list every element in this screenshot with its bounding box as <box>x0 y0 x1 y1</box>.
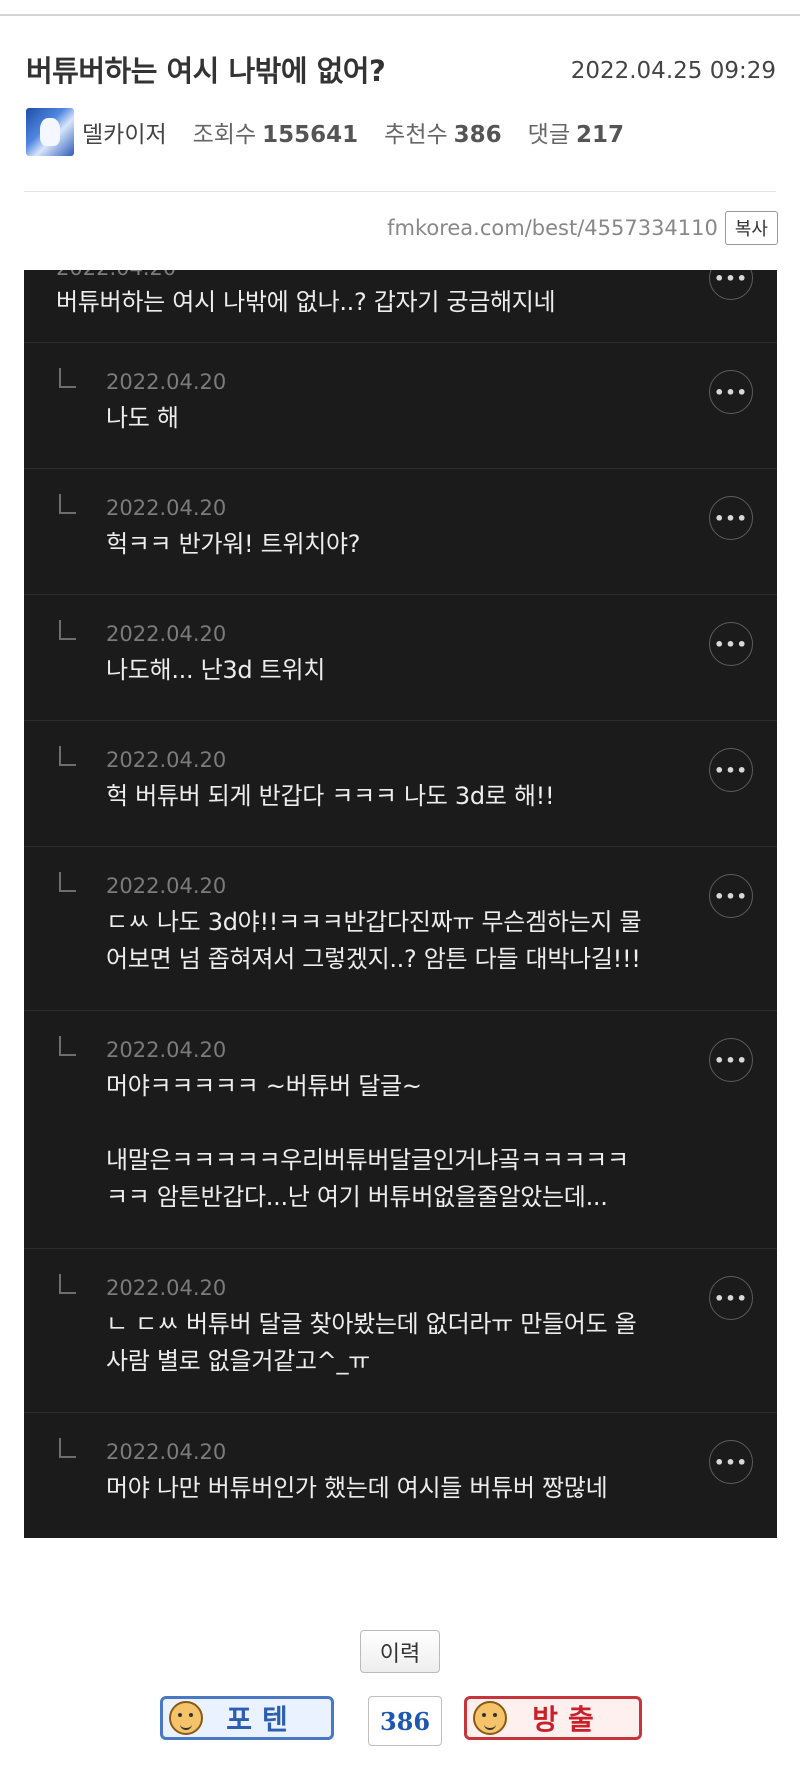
comment-date: 2022.04.20 <box>56 270 176 280</box>
ellipsis-icon[interactable]: ••• <box>709 748 753 792</box>
ellipsis-icon[interactable]: ••• <box>709 370 753 414</box>
reply-arrow-icon <box>59 746 76 766</box>
post-meta: 델카이저 조회수 155641 추천수 386 댓글 217 <box>26 108 624 156</box>
comment-date: 2022.04.20 <box>106 370 227 394</box>
comments-count: 217 <box>575 122 624 148</box>
views-count: 155641 <box>262 122 359 148</box>
history-button[interactable]: 이력 <box>360 1630 440 1673</box>
comment-reply: 2022.04.20 ㄴ ㄷㅆ 버튜버 달글 찾아봤는데 없더라ㅠ 만들어도 올… <box>24 1248 777 1413</box>
views-label: 조회수 <box>192 122 257 148</box>
comment-text: 나도 해 <box>106 404 179 432</box>
post-url[interactable]: fmkorea.com/best/4557334110 <box>387 216 718 240</box>
copy-url-button[interactable]: 복사 <box>724 211 778 245</box>
reply-arrow-icon <box>59 872 76 892</box>
comment-date: 2022.04.20 <box>106 748 227 772</box>
author-name[interactable]: 델카이저 <box>82 115 167 149</box>
comment-text: ㄴ ㄷㅆ 버튜버 달글 찾아봤는데 없더라ㅠ 만들어도 올 사람 별로 없을거같… <box>106 1310 637 1375</box>
ellipsis-icon[interactable]: ••• <box>709 270 753 300</box>
reply-arrow-icon <box>59 1438 76 1458</box>
recommend-stat: 추천수 386 <box>384 115 502 149</box>
recommend-count: 386 <box>453 122 502 148</box>
vote-down-label: 방출 <box>532 1703 604 1736</box>
post-date: 2022.04.25 09:29 <box>570 58 776 84</box>
comment-date: 2022.04.20 <box>106 1440 227 1464</box>
comment-reply: 2022.04.20 나도 해 ••• <box>24 342 777 469</box>
post-url-row: fmkorea.com/best/4557334110 복사 <box>387 211 778 245</box>
comment-reply: 2022.04.20 헉 버튜버 되게 반갑다 ㅋㅋㅋ 나도 3d로 해!! •… <box>24 720 777 847</box>
comment-text: 헉 버튜버 되게 반갑다 ㅋㅋㅋ 나도 3d로 해!! <box>106 782 555 810</box>
comment-text: 머야 나만 버튜버인가 했는데 여시들 버튜버 짱많네 <box>106 1474 608 1502</box>
avatar[interactable] <box>26 108 74 156</box>
reply-arrow-icon <box>59 1036 76 1056</box>
recommend-label: 추천수 <box>384 122 448 148</box>
comment-text: 헉ㅋㅋ 반가워! 트위치야? <box>106 530 361 558</box>
ellipsis-icon[interactable]: ••• <box>709 1440 753 1484</box>
post-title: 버튜버하는 여시 나밖에 없어? <box>26 54 386 88</box>
ellipsis-icon[interactable]: ••• <box>709 622 753 666</box>
comment-item: 2022.04.20 버튜버하는 여시 나밖에 없나..? 갑자기 궁금해지네 … <box>24 270 777 343</box>
vote-up-button[interactable]: 포텐 <box>160 1696 334 1740</box>
header-divider <box>24 191 776 192</box>
comment-date: 2022.04.20 <box>106 874 227 898</box>
thumbs-up-face-icon <box>169 1701 203 1735</box>
comment-text: ㄷㅆ 나도 3d야!!ㅋㅋㅋ반갑다진짜ㅠ 무슨겜하는지 물 어보면 넘 좁혀져서… <box>106 908 642 973</box>
ellipsis-icon[interactable]: ••• <box>709 1038 753 1082</box>
comments-label: 댓글 <box>527 122 570 148</box>
comments-stat: 댓글 217 <box>528 115 624 149</box>
comment-reply: 2022.04.20 ㄷㅆ 나도 3d야!!ㅋㅋㅋ반갑다진짜ㅠ 무슨겜하는지 물… <box>24 846 777 1011</box>
reply-arrow-icon <box>59 1274 76 1294</box>
ellipsis-icon[interactable]: ••• <box>709 874 753 918</box>
ellipsis-icon[interactable]: ••• <box>709 496 753 540</box>
top-divider <box>0 14 800 16</box>
comment-text: 나도해... 난3d 트위치 <box>106 656 326 684</box>
comment-reply: 2022.04.20 헉ㅋㅋ 반가워! 트위치야? ••• <box>24 468 777 595</box>
vote-up-label: 포텐 <box>226 1703 298 1736</box>
comment-date: 2022.04.20 <box>106 622 227 646</box>
vote-down-button[interactable]: 방출 <box>464 1696 642 1740</box>
reply-arrow-icon <box>59 494 76 514</box>
vote-count: 386 <box>368 1696 442 1746</box>
ellipsis-icon[interactable]: ••• <box>709 1276 753 1320</box>
comment-date: 2022.04.20 <box>106 1038 227 1062</box>
reply-arrow-icon <box>59 368 76 388</box>
comment-text: 머야ㅋㅋㅋㅋㅋ ~버튜버 달글~ 내말은ㅋㅋㅋㅋㅋ우리버튜버달글인거냐곸ㅋㅋㅋㅋ… <box>106 1072 629 1211</box>
reply-arrow-icon <box>59 620 76 640</box>
comment-date: 2022.04.20 <box>106 496 227 520</box>
comment-date: 2022.04.20 <box>106 1276 227 1300</box>
views-stat: 조회수 155641 <box>193 115 359 149</box>
comment-reply: 2022.04.20 나도해... 난3d 트위치 ••• <box>24 594 777 721</box>
thumbs-down-face-icon <box>473 1701 507 1735</box>
comment-text: 버튜버하는 여시 나밖에 없나..? 갑자기 궁금해지네 <box>56 288 556 316</box>
embedded-screenshot: 2022.04.20 버튜버하는 여시 나밖에 없나..? 갑자기 궁금해지네 … <box>24 270 777 1538</box>
comment-reply: 2022.04.20 머야ㅋㅋㅋㅋㅋ ~버튜버 달글~ 내말은ㅋㅋㅋㅋㅋ우리버튜… <box>24 1010 777 1249</box>
comment-reply: 2022.04.20 머야 나만 버튜버인가 했는데 여시들 버튜버 짱많네 •… <box>24 1412 777 1538</box>
